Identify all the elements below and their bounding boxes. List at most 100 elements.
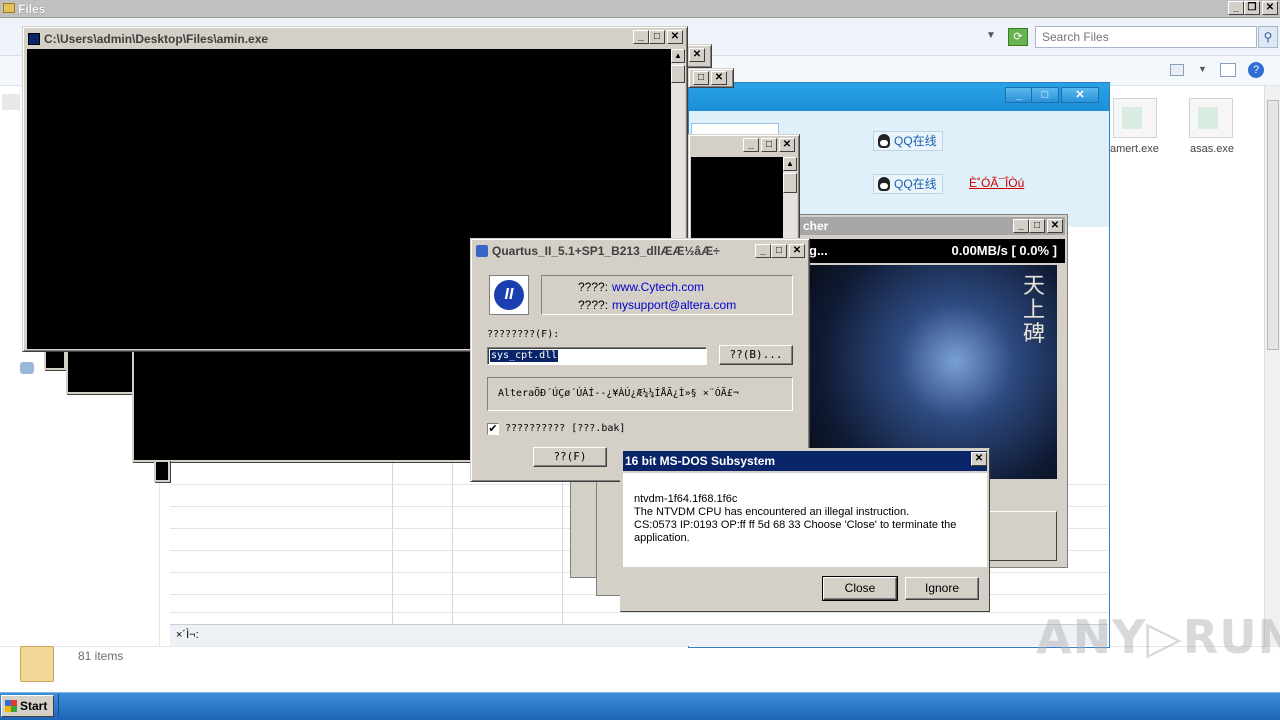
quartus-minimize-button[interactable]: _ [755,244,771,258]
grid-col-divider [392,462,393,624]
file-icon-asas[interactable] [1189,98,1233,138]
email-link[interactable]: mysupport@altera.com [612,298,736,312]
preview-pane-icon[interactable] [1220,63,1236,77]
website-link[interactable]: www.Cytech.com [612,280,704,294]
search-input[interactable] [1036,27,1236,47]
banner-calligraphy: 天上碑 [1022,274,1045,347]
progress-speed: 0.00MB/s [ 0.0% ] [951,243,1058,258]
ntvdm-message-line: CS:0573 IP:0193 OP:ff ff 5d 68 33 Choose… [634,519,957,531]
launcher-close-button[interactable]: ✕ [1047,219,1063,233]
file-icon-amert[interactable] [1113,98,1157,138]
taskbar [0,692,1280,720]
console2-scrollbar[interactable]: ▲ [783,157,797,247]
item-count: 81 items [78,649,124,663]
backup-checkbox-label[interactable]: ?????????? [???.bak] [505,423,625,434]
console-output [691,157,783,247]
scrollbar-thumb[interactable] [783,173,797,193]
scroll-up-icon[interactable]: ▲ [671,49,685,63]
console2-minimize-button[interactable]: _ [743,138,759,152]
quartus-close-button[interactable]: ✕ [789,244,805,258]
description-box: AlteraÕÐ´ÚÇø´ÚÀÍ--¿¥ÀÚ¿Æ¼¼ÍÅÃ¿Ì»§ ×¨ÓÃ£¬ [487,377,793,411]
help-icon[interactable]: ? [1248,62,1264,78]
folder-icon [3,3,15,13]
email-label: ????: [578,298,609,312]
console-window-fragment [66,346,136,394]
qq-badge-label: QQ在线 [894,177,937,191]
qq-titlebar: _ □ ✕ [689,83,1109,111]
explorer-scrollbar[interactable] [1264,86,1280,646]
qq-maximize-button[interactable]: □ [1031,87,1059,103]
console-title: C:\Users\admin\Desktop\Files\amin.exe [44,32,269,46]
browse-button[interactable]: ??(B)... [719,345,793,365]
search-field[interactable] [1035,26,1257,48]
maximize-icon[interactable]: □ [693,71,709,85]
explorer-title: Files [18,2,46,16]
grid-col-divider [452,462,453,624]
quartus-title: Quartus_II_5.1+SP1_B213_dllÆÆ½âÆ÷ [492,244,720,258]
explorer-restore-button[interactable]: ❐ [1244,1,1260,15]
console-maximize-button[interactable]: □ [649,30,665,44]
qq-online-badge-1[interactable]: QQ在线 [873,131,943,151]
nav-item[interactable] [2,94,20,110]
grid-col-divider [562,462,563,624]
windows-logo-icon [5,700,17,712]
explorer-minimize-button[interactable]: _ [1228,1,1244,15]
close-icon[interactable]: ✕ [689,48,705,62]
qq-minimize-button[interactable]: _ [1005,87,1033,103]
console-window-2: _ □ ✕ ▲ [688,134,800,247]
launcher-minimize-button[interactable]: _ [1013,219,1029,233]
backup-checkbox[interactable]: ✔ [487,423,499,435]
download-progress-bar: g... 0.00MB/s [ 0.0% ] [787,239,1065,263]
view-options-icon[interactable] [1170,64,1184,76]
scroll-up-icon[interactable]: ▲ [783,157,797,171]
quartus-maximize-button[interactable]: □ [771,244,787,258]
search-icon[interactable]: ⚲ [1258,26,1278,48]
refresh-icon[interactable]: ⟳ [1008,28,1028,46]
qq-close-button[interactable]: ✕ [1061,87,1099,103]
close-button[interactable]: Close [822,576,898,601]
file-label-amert[interactable]: amert.exe [1110,143,1159,155]
anyrun-watermark: ANY▷RUN [1036,610,1280,664]
launcher-maximize-button[interactable]: □ [1029,219,1045,233]
grid-status-bar: ×´Ì¬: [170,624,1108,646]
console2-close-button[interactable]: ✕ [779,138,795,152]
qq-badge-label: QQ在线 [894,134,937,148]
qq-link[interactable]: È˚ÓÃ¯ÎÒú [969,176,1024,190]
qq-online-badge-2[interactable]: QQ在线 [873,174,943,194]
explorer-titlebar: Files _ ❐ ✕ [0,0,1280,18]
console-window-fragment [132,346,472,462]
console-titlebar: C:\Users\admin\Desktop\Files\amin.exe [26,30,684,48]
explorer-close-button[interactable]: ✕ [1262,1,1278,15]
scrollbar-thumb[interactable] [1267,100,1279,350]
file-label: ????????(F): [487,329,560,340]
ignore-button[interactable]: Ignore [905,577,979,600]
ntvdm-close-icon[interactable]: ✕ [971,452,987,466]
close-icon[interactable]: ✕ [711,71,727,85]
file-input-value[interactable]: sys_cpt.dll [490,350,559,362]
website-label: ????: [578,280,609,294]
hidden-window-close: ✕ [686,44,712,68]
ntvdm-message: ntvdm-1f64.1f68.1f6c The NTVDM CPU has e… [623,473,987,567]
console-close-button[interactable]: ✕ [667,30,683,44]
ntvdm-error-dialog: 16 bit MS-DOS Subsystem ✕ ntvdm-1f64.1f6… [620,448,990,612]
console2-maximize-button[interactable]: □ [761,138,777,152]
console-minimize-button[interactable]: _ [633,30,649,44]
grid-row-divider [170,612,1108,613]
patch-button[interactable]: ??(F) [533,447,607,467]
view-dropdown-icon[interactable]: ▼ [1198,64,1207,74]
ntvdm-message-line: application. [634,532,690,544]
grid-status-text: ×´Ì¬: [176,629,199,641]
console-window-fragment [154,460,170,482]
game-banner-image: 天上碑 [803,265,1057,479]
taskbar-separator [58,694,59,718]
quartus-info-box: ????: www.Cytech.com ????: mysupport@alt… [541,275,793,315]
file-field[interactable]: sys_cpt.dll [487,347,707,365]
network-icon[interactable] [20,362,34,374]
ntvdm-message-line: ntvdm-1f64.1f68.1f6c [634,493,738,505]
ntvdm-title: 16 bit MS-DOS Subsystem [623,451,987,471]
scrollbar-thumb[interactable] [671,65,685,83]
launcher-start-button[interactable] [987,511,1057,561]
penguin-icon [878,134,890,148]
address-dropdown-icon[interactable]: ▼ [986,30,996,41]
file-label-asas[interactable]: asas.exe [1190,143,1234,155]
